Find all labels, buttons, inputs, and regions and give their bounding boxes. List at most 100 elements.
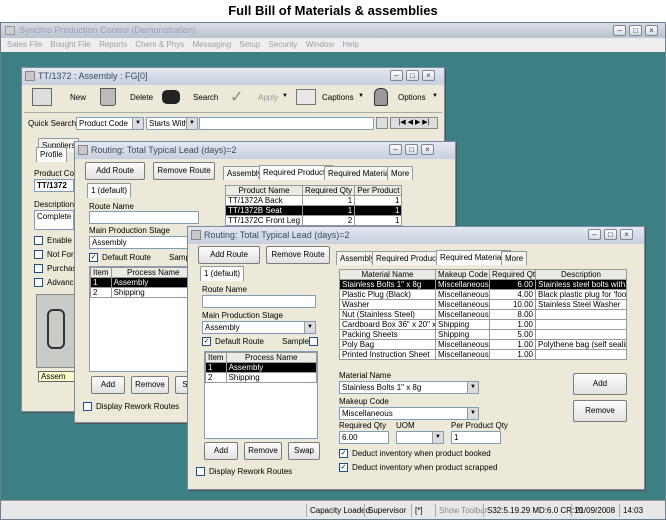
remove-route-button[interactable]: Remove Route bbox=[153, 162, 215, 180]
process-row[interactable]: 1 Assembly bbox=[205, 362, 318, 373]
record-navigator[interactable]: |◀ ◀ ▶ ▶| bbox=[390, 117, 438, 129]
maximize-button[interactable]: □ bbox=[406, 70, 419, 81]
default-route-checkbox[interactable]: ✓ bbox=[89, 253, 98, 262]
table-row[interactable]: Cardboard Box 36" x 20" x 6" Shipping 1.00 bbox=[339, 319, 627, 330]
quick-search-input[interactable] bbox=[199, 117, 374, 130]
table-row[interactable]: Washer Miscellaneous 10.00 Stainless Steel … bbox=[339, 299, 627, 310]
minimize-button[interactable]: – bbox=[588, 229, 601, 240]
deduct-scrapped-checkbox[interactable]: ✓ bbox=[339, 463, 348, 472]
minimize-button[interactable]: – bbox=[389, 144, 402, 155]
remove-material-button[interactable]: Remove bbox=[573, 400, 627, 422]
process-row[interactable]: 2 Shipping bbox=[205, 372, 318, 383]
route-tab-default[interactable]: 1 (default) bbox=[200, 266, 245, 281]
main-stage-select[interactable]: Assembly▼ bbox=[89, 236, 199, 249]
swap-process-button[interactable]: Swap bbox=[288, 442, 320, 460]
minimize-button[interactable]: – bbox=[613, 25, 626, 36]
lock-icon[interactable] bbox=[374, 88, 388, 106]
search-button[interactable]: Search bbox=[193, 93, 218, 102]
not-for-checkbox[interactable] bbox=[34, 250, 43, 259]
table-row[interactable]: TT/1372C Front Leg 2 1 bbox=[224, 215, 403, 226]
options-dropdown-icon[interactable]: ▼ bbox=[432, 93, 438, 99]
remove-process-button[interactable]: Remove bbox=[244, 442, 282, 460]
tab-more[interactable]: More bbox=[501, 251, 528, 265]
checkmark-icon[interactable]: ✓ bbox=[230, 87, 243, 107]
app-title-bar: Synchro Production Control (Demonstratio… bbox=[1, 23, 665, 38]
close-button[interactable]: × bbox=[620, 229, 633, 240]
material-name-select[interactable]: Stainless Bolts 1" x 8g ▼ bbox=[339, 381, 479, 394]
new-button[interactable]: New bbox=[70, 93, 86, 102]
captions-button[interactable]: Captions bbox=[322, 93, 354, 102]
add-process-button[interactable]: Add bbox=[204, 442, 238, 460]
materials-header-name: Material Name bbox=[339, 269, 436, 280]
menu-help[interactable]: Help bbox=[342, 38, 358, 52]
maximize-button[interactable]: □ bbox=[604, 229, 617, 240]
minimize-button[interactable]: – bbox=[390, 70, 403, 81]
trash-icon[interactable] bbox=[100, 88, 116, 106]
sample-checkbox[interactable] bbox=[309, 337, 318, 346]
tab-required-products[interactable]: Required Products bbox=[259, 165, 334, 180]
menu-security[interactable]: Security bbox=[269, 38, 298, 52]
tab-more[interactable]: More bbox=[387, 166, 414, 180]
process-row[interactable]: 2 Shipping bbox=[90, 287, 197, 298]
menu-messaging[interactable]: Messaging bbox=[192, 38, 231, 52]
maximize-button[interactable]: □ bbox=[405, 144, 418, 155]
purchase-checkbox[interactable] bbox=[34, 264, 43, 273]
table-row[interactable]: TT/1372B Seat 1 1 bbox=[224, 205, 403, 216]
maximize-button[interactable]: □ bbox=[629, 25, 642, 36]
add-process-button[interactable]: Add bbox=[91, 376, 125, 394]
display-rework-checkbox[interactable] bbox=[83, 402, 92, 411]
captions-icon[interactable] bbox=[296, 89, 316, 105]
apply-button[interactable]: Apply bbox=[258, 93, 278, 102]
captions-dropdown-icon[interactable]: ▼ bbox=[358, 93, 364, 99]
advance-checkbox[interactable] bbox=[34, 278, 43, 287]
description-input[interactable]: Complete P bbox=[34, 210, 74, 230]
options-button[interactable]: Options bbox=[398, 93, 426, 102]
uom-select[interactable]: ▼ bbox=[396, 431, 444, 444]
table-row[interactable]: Poly Bag Miscellaneous 1.00 Polythene bag (… bbox=[339, 339, 627, 350]
status-show-toolbar[interactable]: Show Toolbar bbox=[435, 504, 487, 517]
search-go-icon[interactable] bbox=[376, 117, 388, 129]
add-route-button[interactable]: Add Route bbox=[85, 162, 145, 180]
enable-checkbox[interactable] bbox=[34, 236, 43, 245]
close-button[interactable]: × bbox=[422, 70, 435, 81]
table-row[interactable]: Nut (Stainless Steel) Miscellaneous 8.00 bbox=[339, 309, 627, 320]
menu-setup[interactable]: Setup bbox=[239, 38, 260, 52]
table-row[interactable]: Printed Instruction Sheet Miscellaneous 1.… bbox=[339, 349, 627, 360]
process-row[interactable]: 1 Assembly bbox=[90, 277, 197, 288]
delete-button[interactable]: Delete bbox=[130, 93, 153, 102]
tab-required-materials[interactable]: Required Materials bbox=[436, 250, 512, 265]
product-code-label: Product Co bbox=[34, 169, 75, 178]
table-row[interactable]: Stainless Bolts 1" x 8g Miscellaneous 6.00… bbox=[339, 279, 627, 290]
binoculars-icon[interactable] bbox=[162, 90, 180, 104]
remove-process-button[interactable]: Remove bbox=[131, 376, 169, 394]
makeup-code-select[interactable]: Miscellaneous ▼ bbox=[339, 407, 479, 420]
quick-search-mode-select[interactable]: Starts With ▼ bbox=[146, 117, 198, 130]
menu-reports[interactable]: Reports bbox=[99, 38, 127, 52]
display-rework-checkbox[interactable] bbox=[196, 467, 205, 476]
quick-search-field-select[interactable]: Product Code ▼ bbox=[76, 117, 144, 130]
route-tab-default[interactable]: 1 (default) bbox=[87, 183, 132, 198]
apply-dropdown-icon[interactable]: ▼ bbox=[282, 93, 288, 99]
route-name-input[interactable] bbox=[89, 211, 199, 224]
close-button[interactable]: × bbox=[645, 25, 658, 36]
menu-sales-file[interactable]: Sales File bbox=[7, 38, 42, 52]
deduct-booked-checkbox[interactable]: ✓ bbox=[339, 449, 348, 458]
menu-window[interactable]: Window bbox=[306, 38, 334, 52]
product-code-input[interactable]: TT/1372 bbox=[34, 179, 74, 192]
menu-bought-file[interactable]: Bought File bbox=[50, 38, 90, 52]
close-button[interactable]: × bbox=[421, 144, 434, 155]
tab-profile[interactable]: Profile bbox=[36, 147, 67, 162]
required-qty-input[interactable]: 6.00 bbox=[339, 431, 389, 444]
menu-chem-phys[interactable]: Chem & Phys bbox=[135, 38, 184, 52]
add-material-button[interactable]: Add bbox=[573, 373, 627, 395]
add-route-button[interactable]: Add Route bbox=[198, 246, 260, 264]
remove-route-button[interactable]: Remove Route bbox=[266, 246, 330, 264]
main-stage-select[interactable]: Assembly▼ bbox=[202, 321, 316, 334]
per-product-qty-input[interactable]: 1 bbox=[451, 431, 501, 444]
table-row[interactable]: Packing Sheets Shipping 5.00 bbox=[339, 329, 627, 340]
route-name-input[interactable] bbox=[202, 295, 316, 308]
table-row[interactable]: TT/1372A Back 1 1 bbox=[224, 195, 403, 206]
default-route-checkbox[interactable]: ✓ bbox=[202, 337, 211, 346]
new-icon[interactable] bbox=[32, 88, 52, 106]
table-row[interactable]: Plastic Plug (Black) Miscellaneous 4.00 Bla… bbox=[339, 289, 627, 300]
